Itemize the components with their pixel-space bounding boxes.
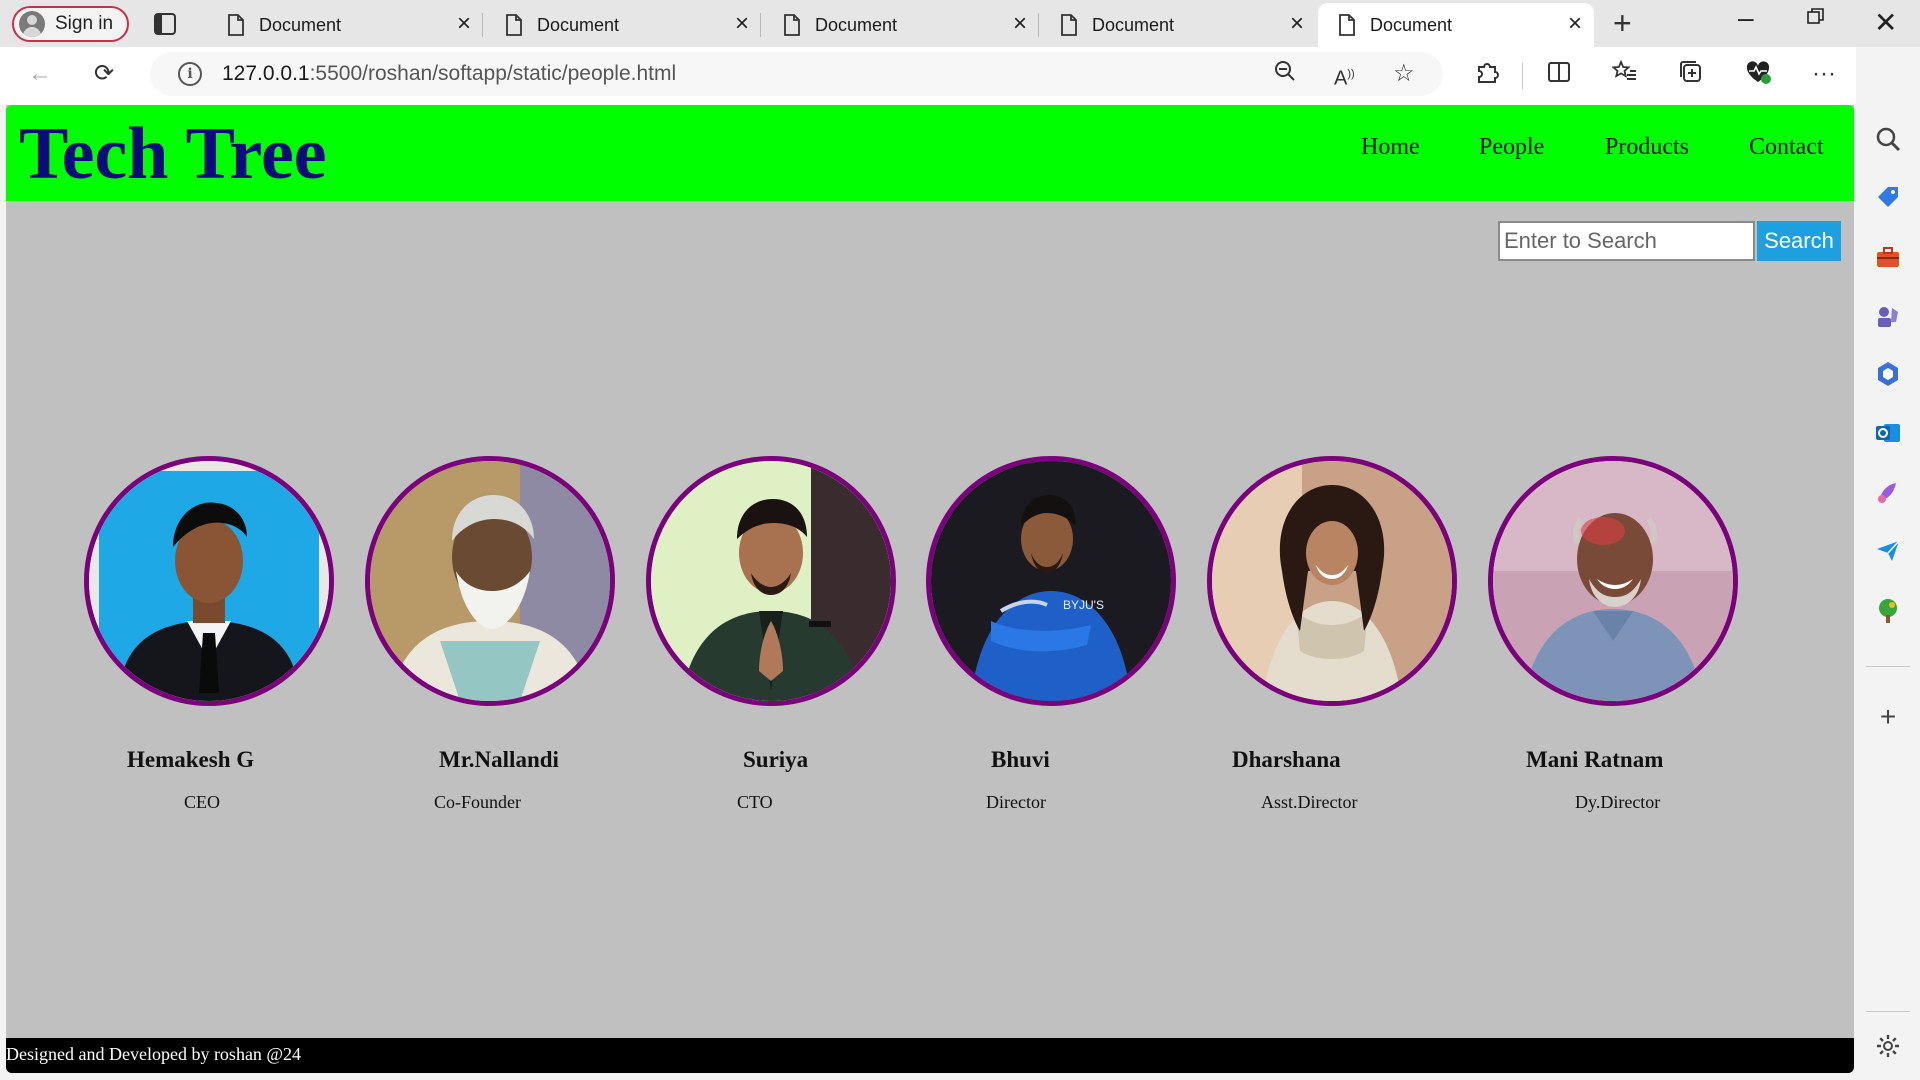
sidebar-divider	[1866, 1011, 1910, 1012]
nav-people[interactable]: People	[1479, 134, 1544, 161]
site-info-icon[interactable]: i	[178, 62, 202, 86]
search-icon[interactable]	[1874, 125, 1902, 153]
tree-icon[interactable]	[1874, 597, 1902, 625]
send-icon[interactable]	[1874, 537, 1902, 565]
site-footer: Designed and Developed by roshan @24	[6, 1038, 1854, 1073]
tab-actions-icon[interactable]	[151, 10, 181, 38]
tab-title: Document	[1092, 14, 1175, 35]
close-tab-icon[interactable]: ×	[735, 12, 749, 36]
close-tab-icon[interactable]: ×	[1290, 12, 1304, 36]
browser-sidebar: +	[1856, 47, 1920, 1080]
minimize-icon[interactable]: –	[1738, 2, 1754, 34]
outlook-icon[interactable]	[1874, 419, 1902, 447]
zoom-out-icon[interactable]	[1273, 59, 1297, 91]
sign-in-label: Sign in	[55, 13, 114, 34]
person-role: Dy.Director	[1575, 792, 1661, 812]
tab-document-active[interactable]: Document ×	[1318, 3, 1594, 47]
games-icon[interactable]	[1874, 302, 1902, 330]
tab-divider	[1038, 13, 1039, 37]
tab-title: Document	[259, 14, 342, 35]
restore-icon[interactable]	[1806, 6, 1826, 32]
nav-home[interactable]: Home	[1361, 134, 1420, 161]
address-bar[interactable]: i 127.0.0.1:5500/roshan/softapp/static/p…	[150, 52, 1443, 96]
document-icon	[1339, 14, 1355, 36]
person-name: Hemakesh G	[127, 747, 255, 772]
person-role: Asst.Director	[1261, 792, 1358, 812]
microsoft-365-icon[interactable]	[1874, 360, 1902, 388]
new-tab-icon[interactable]: +	[1613, 6, 1632, 40]
read-aloud-icon[interactable]: A))	[1334, 59, 1355, 94]
person-photo-bhuvi: BYJU'S	[926, 456, 1176, 706]
sidebar-divider	[1866, 666, 1910, 667]
person-name: Dharshana	[1232, 747, 1341, 772]
tab-divider	[760, 13, 761, 37]
nav-contact[interactable]: Contact	[1749, 134, 1824, 161]
site-brand: Tech Tree	[19, 113, 327, 195]
tab-divider	[482, 13, 483, 37]
tools-icon[interactable]	[1874, 243, 1902, 271]
person-photo-nallandi	[365, 456, 615, 706]
person-name: Suriya	[743, 747, 809, 772]
url-path: :5500/roshan/softapp/static/people.html	[309, 62, 677, 85]
favorite-star-icon[interactable]: ☆	[1393, 59, 1415, 89]
favorites-icon[interactable]	[1611, 59, 1638, 93]
profile-avatar-icon	[19, 11, 45, 37]
tab-title: Document	[537, 14, 620, 35]
nav-products[interactable]: Products	[1605, 134, 1689, 161]
web-page: Tech Tree Home People Products Contact S…	[6, 105, 1854, 1073]
collections-icon[interactable]	[1678, 59, 1704, 93]
document-icon	[1061, 14, 1077, 36]
person-role: CEO	[184, 792, 220, 812]
search-input[interactable]	[1498, 221, 1755, 261]
person-name: Bhuvi	[991, 747, 1050, 772]
tab-title: Document	[815, 14, 898, 35]
close-tab-icon[interactable]: ×	[457, 12, 471, 36]
close-window-icon[interactable]: ✕	[1874, 6, 1897, 39]
toolbar-divider	[1522, 63, 1523, 89]
person-name: Mani Ratnam	[1526, 747, 1664, 772]
more-options-icon[interactable]: ···	[1812, 59, 1836, 89]
person-photo-hemakesh	[84, 456, 334, 706]
person-photo-suriya	[646, 456, 896, 706]
person-role: Director	[986, 792, 1046, 812]
browser-toolbar: ← ⟳ i 127.0.0.1:5500/roshan/softapp/stat…	[0, 47, 1920, 105]
split-screen-icon[interactable]	[1546, 59, 1572, 93]
back-icon[interactable]: ←	[28, 59, 52, 89]
tab-document-3[interactable]: Document ×	[763, 3, 1039, 47]
jersey-logo: BYJU'S	[1063, 598, 1104, 612]
site-header: Tech Tree Home People Products Contact	[6, 105, 1854, 201]
document-icon	[228, 14, 244, 36]
sign-in-button[interactable]: Sign in	[12, 6, 129, 42]
add-sidebar-app-icon[interactable]: +	[1874, 703, 1902, 731]
shopping-tag-icon[interactable]	[1874, 183, 1902, 211]
tab-document-1[interactable]: Document ×	[207, 3, 483, 47]
tab-document-4[interactable]: Document ×	[1040, 3, 1316, 47]
person-role: CTO	[737, 792, 773, 812]
person-role: Co-Founder	[434, 792, 521, 812]
tab-document-2[interactable]: Document ×	[485, 3, 761, 47]
close-tab-icon[interactable]: ×	[1568, 12, 1582, 36]
designer-icon[interactable]	[1874, 479, 1902, 507]
search-button[interactable]: Search	[1757, 221, 1841, 261]
close-tab-icon[interactable]: ×	[1013, 12, 1027, 36]
document-icon	[506, 14, 522, 36]
url-host: 127.0.0.1	[222, 62, 310, 85]
tab-strip: Sign in Document × Document × Document ×…	[0, 0, 1920, 47]
extensions-icon[interactable]	[1474, 59, 1500, 93]
settings-gear-icon[interactable]	[1874, 1032, 1902, 1060]
refresh-icon[interactable]: ⟳	[94, 59, 114, 89]
person-name: Mr.Nallandi	[439, 747, 559, 772]
document-icon	[784, 14, 800, 36]
url-text[interactable]: 127.0.0.1:5500/roshan/softapp/static/peo…	[222, 62, 676, 86]
person-photo-mani-ratnam	[1488, 456, 1738, 706]
browser-essentials-icon[interactable]	[1744, 59, 1772, 93]
tab-title: Document	[1370, 14, 1453, 35]
person-photo-dharshana	[1207, 456, 1457, 706]
